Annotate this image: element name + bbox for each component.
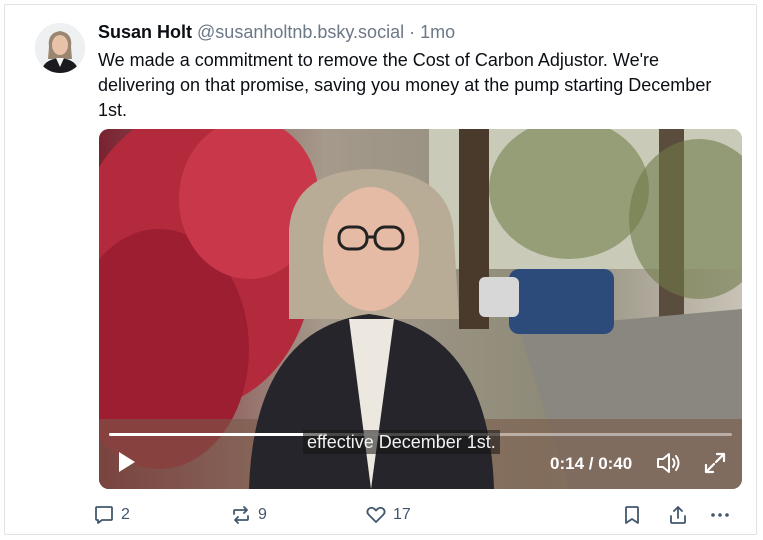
volume-button[interactable] [655, 450, 683, 476]
more-options-button[interactable] [709, 500, 731, 530]
reply-icon [95, 506, 113, 524]
post-card[interactable]: Susan Holt @susanholtnb.bsky.social · 1m… [4, 4, 757, 535]
reply-button[interactable]: 2 [93, 500, 130, 530]
reply-count: 2 [121, 506, 130, 523]
volume-icon [657, 453, 680, 473]
like-count: 17 [393, 506, 411, 523]
more-icon [711, 513, 729, 517]
repost-icon [233, 506, 249, 524]
heart-icon [366, 506, 386, 523]
author-handle[interactable]: @susanholtnb.bsky.social [197, 22, 404, 42]
share-icon [670, 506, 686, 524]
like-button[interactable]: 17 [365, 500, 411, 530]
video-time: 0:14 / 0:40 [550, 454, 633, 473]
author-name[interactable]: Susan Holt [98, 22, 192, 42]
share-button[interactable] [667, 500, 689, 530]
repost-count: 9 [258, 506, 267, 523]
header-separator: · [409, 22, 416, 42]
play-button[interactable] [113, 449, 139, 475]
fullscreen-icon [704, 452, 726, 474]
post-header: Susan Holt @susanholtnb.bsky.social · 1m… [98, 21, 455, 43]
repost-button[interactable]: 9 [230, 500, 267, 530]
video-player[interactable]: effective December 1st. 0:14 / 0:40 [99, 129, 742, 489]
play-icon [119, 452, 135, 472]
video-caption: effective December 1st. [303, 430, 500, 454]
avatar[interactable] [35, 23, 85, 73]
bookmark-button[interactable] [621, 500, 643, 530]
avatar-image [35, 23, 85, 73]
fullscreen-button[interactable] [703, 451, 727, 475]
post-text: We made a commitment to remove the Cost … [98, 50, 712, 120]
post-timestamp[interactable]: 1mo [420, 22, 455, 42]
video-progress-fill [109, 433, 328, 436]
bookmark-icon [625, 506, 639, 524]
post-actions: 2 9 17 [5, 500, 758, 530]
